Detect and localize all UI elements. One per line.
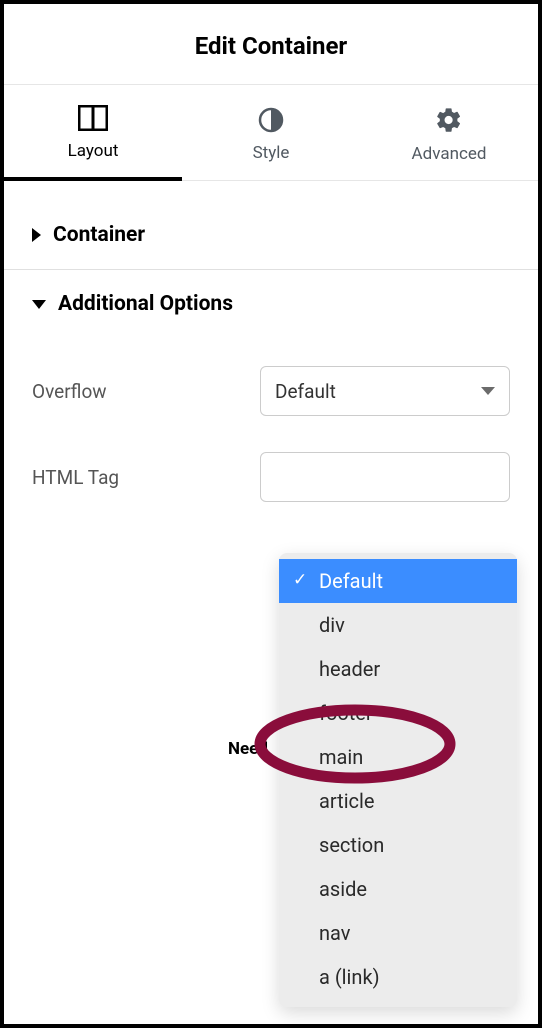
tab-advanced[interactable]: Advanced <box>360 85 538 180</box>
additional-options-body: Overflow Default HTML Tag <box>4 338 538 520</box>
dropdown-option-header[interactable]: header <box>279 647 517 691</box>
htmltag-label: HTML Tag <box>32 466 119 489</box>
section-additional-header[interactable]: Additional Options <box>4 270 538 338</box>
dropdown-option-div[interactable]: div <box>279 603 517 647</box>
contrast-icon <box>258 107 284 133</box>
dropdown-option-aside[interactable]: aside <box>279 867 517 911</box>
dd-label: Default <box>319 569 383 593</box>
dd-label: section <box>319 833 384 857</box>
partial-need-text: Need <box>228 739 268 759</box>
dd-label: header <box>319 657 380 681</box>
dd-label: aside <box>319 877 367 901</box>
htmltag-select[interactable] <box>260 452 510 502</box>
dd-label: nav <box>319 921 350 945</box>
dropdown-option-main[interactable]: main <box>279 735 517 779</box>
panel-title: Edit Container <box>4 32 538 60</box>
tab-advanced-label: Advanced <box>412 144 487 164</box>
tabs: Layout Style Advanced <box>4 85 538 181</box>
section-additional-title: Additional Options <box>58 292 233 316</box>
dd-label: main <box>319 745 363 769</box>
dd-label: footer <box>319 701 373 725</box>
section-container-title: Container <box>53 223 145 247</box>
overflow-label: Overflow <box>32 380 107 403</box>
dropdown-option-nav[interactable]: nav <box>279 911 517 955</box>
dd-label: a (link) <box>319 965 380 989</box>
section-container-header[interactable]: Container <box>4 201 538 270</box>
tab-layout[interactable]: Layout <box>4 85 182 181</box>
overflow-value: Default <box>275 380 336 403</box>
tab-style-label: Style <box>253 143 290 163</box>
dd-label: article <box>319 789 375 813</box>
gear-icon <box>435 106 463 134</box>
chevron-down-icon <box>32 300 46 309</box>
dropdown-option-section[interactable]: section <box>279 823 517 867</box>
dropdown-option-footer[interactable]: footer <box>279 691 517 735</box>
panel-header: Edit Container <box>4 4 538 85</box>
overflow-row: Overflow Default <box>32 348 510 434</box>
dropdown-option-a-link[interactable]: a (link) <box>279 955 517 999</box>
check-icon: ✓ <box>293 570 307 590</box>
dropdown-arrow-icon <box>481 387 495 395</box>
dd-label: div <box>319 613 345 637</box>
tab-style[interactable]: Style <box>182 85 360 180</box>
chevron-right-icon <box>32 228 41 242</box>
tab-layout-label: Layout <box>68 141 119 161</box>
dropdown-option-default[interactable]: ✓ Default <box>279 559 517 603</box>
htmltag-row: HTML Tag <box>32 434 510 520</box>
layout-icon <box>78 105 108 131</box>
htmltag-dropdown: ✓ Default div header footer main article… <box>279 553 517 1007</box>
dropdown-option-article[interactable]: article <box>279 779 517 823</box>
overflow-select[interactable]: Default <box>260 366 510 416</box>
